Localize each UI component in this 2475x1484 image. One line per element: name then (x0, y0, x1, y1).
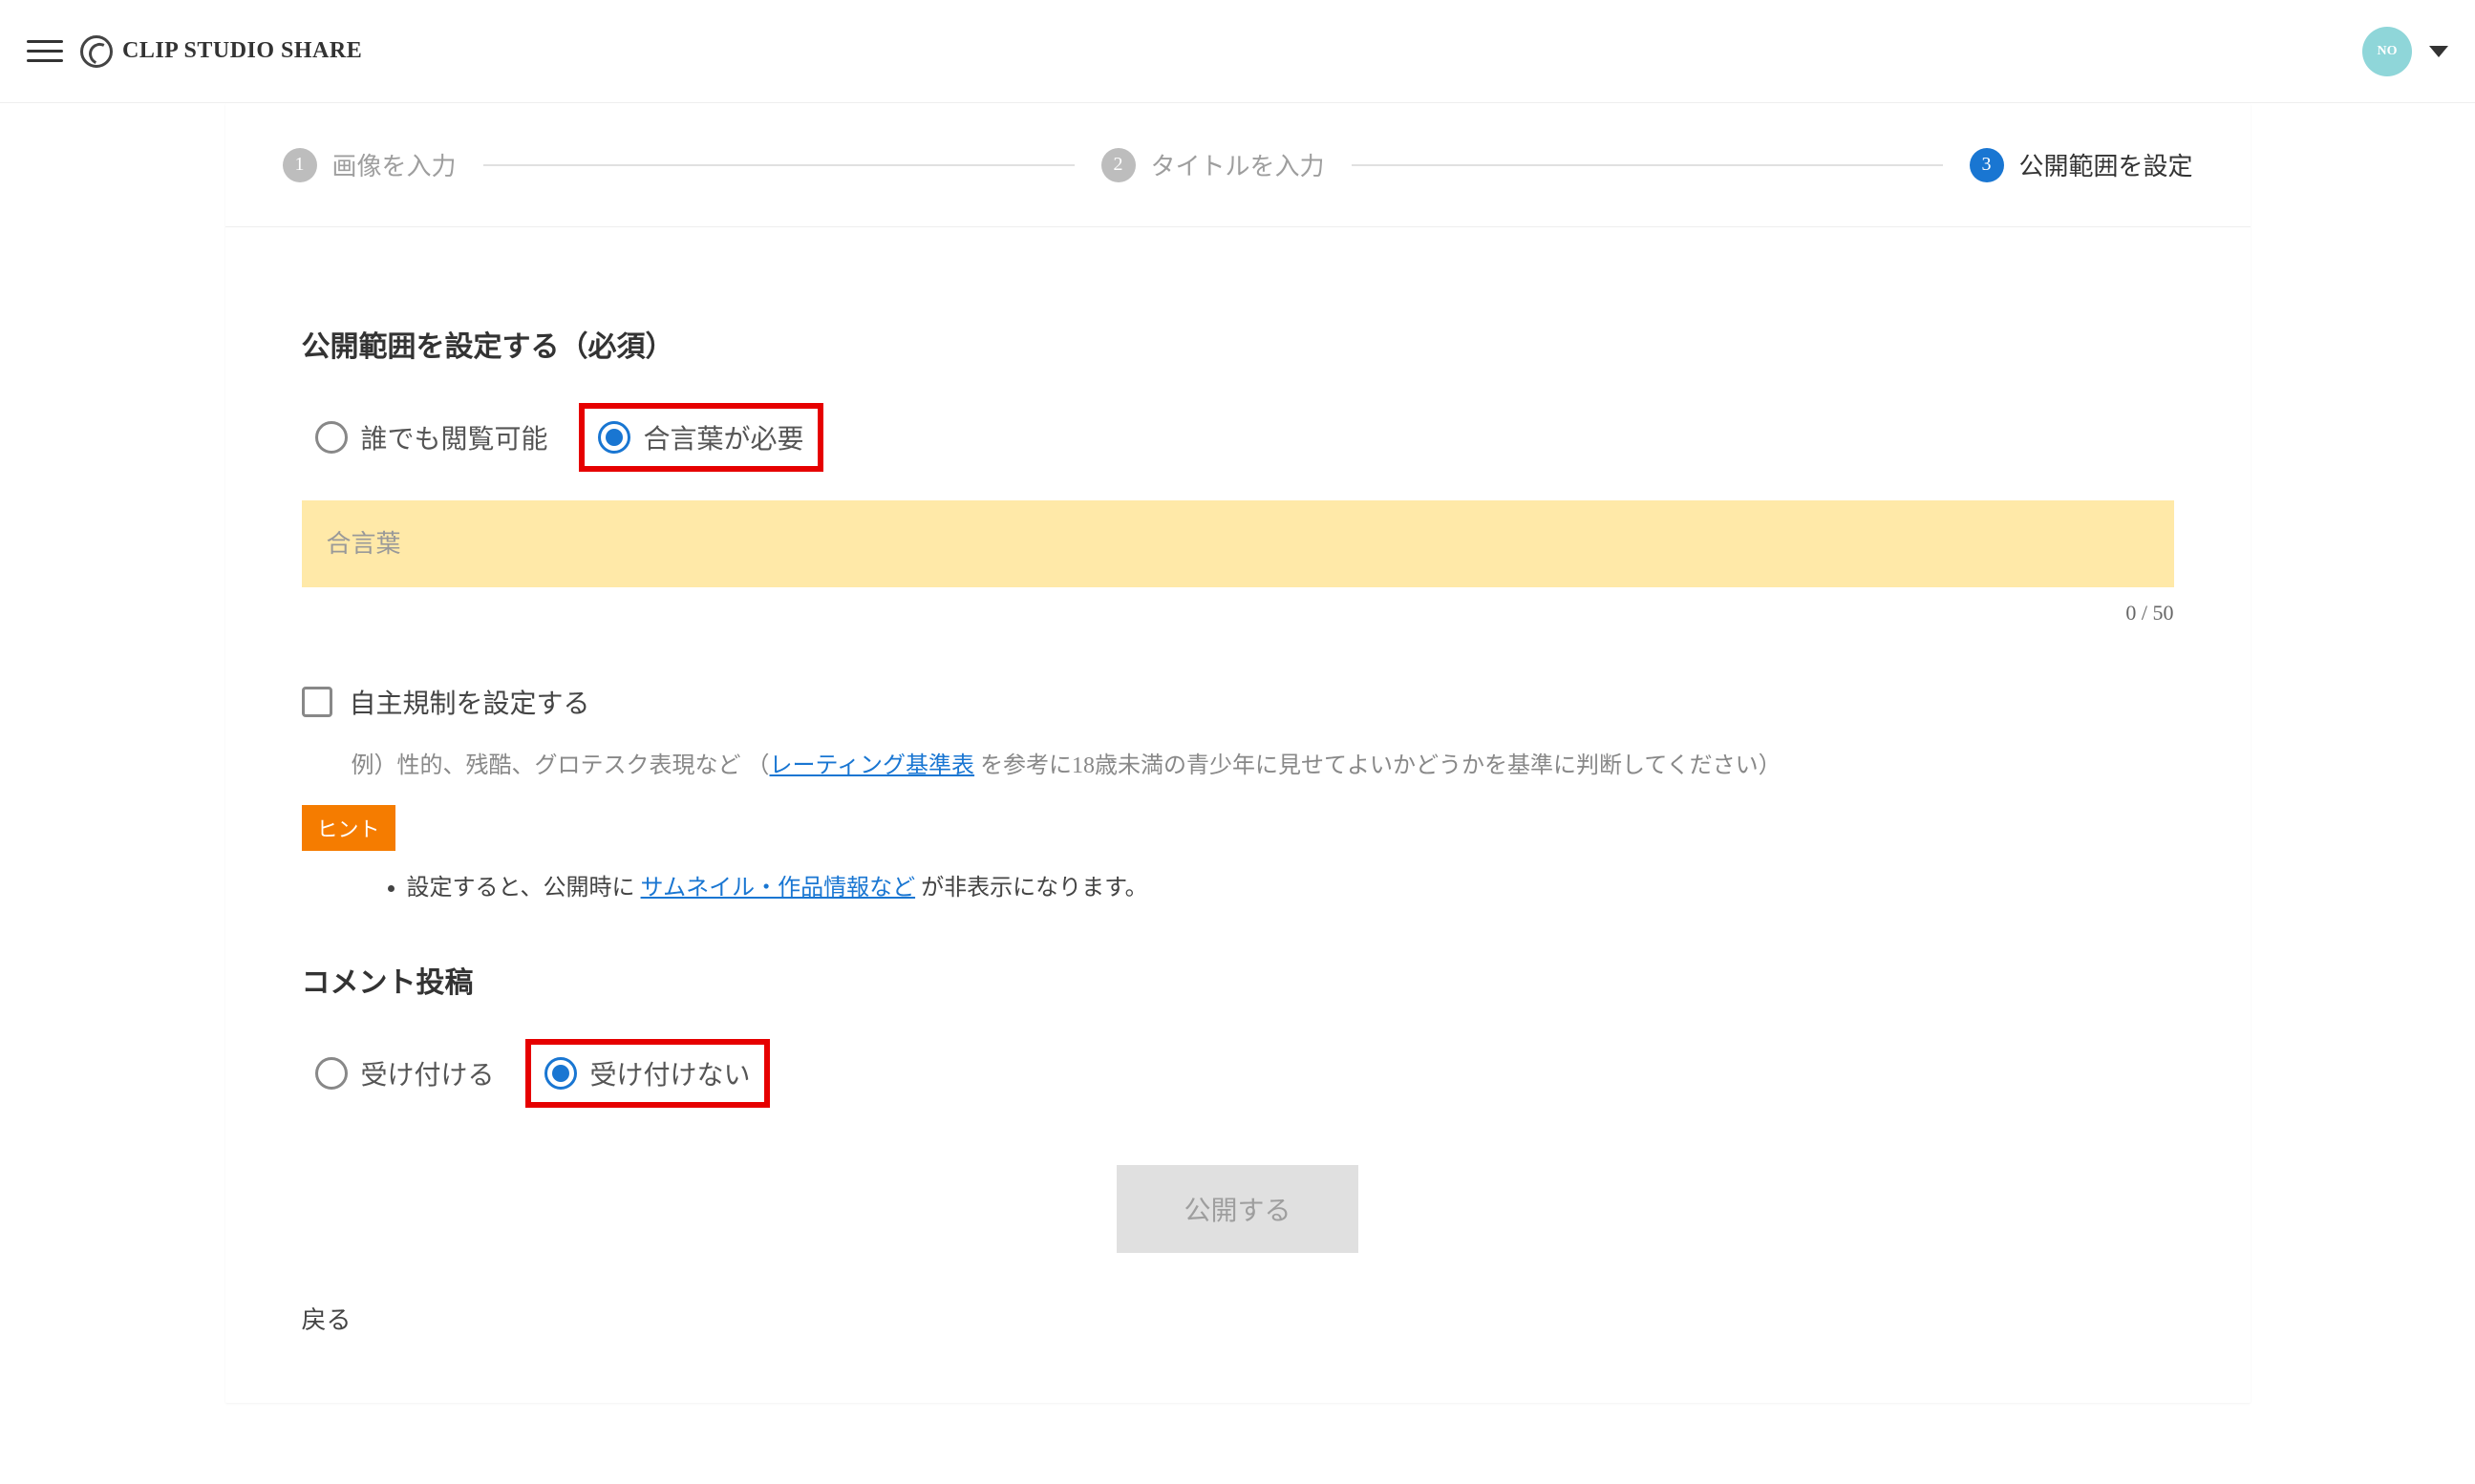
step-number: 1 (283, 148, 317, 182)
radio-icon[interactable] (315, 421, 348, 454)
checkbox-icon[interactable] (302, 687, 332, 717)
hint-badge: ヒント (302, 805, 395, 851)
hint-list: 設定すると、公開時に サムネイル・作品情報など が非表示になります。 (407, 868, 2174, 901)
step-divider (483, 164, 1075, 166)
step-number: 2 (1101, 148, 1136, 182)
radio-label: 受け付けない (590, 1054, 751, 1092)
app-header: CLIP STUDIO SHARE NO (0, 0, 2475, 103)
radio-label: 合言葉が必要 (644, 418, 804, 456)
back-button[interactable]: 戻る (302, 1291, 352, 1346)
header-right: NO (2362, 27, 2448, 76)
step-label: 公開範囲を設定 (2019, 147, 2193, 182)
step-2[interactable]: 2 タイトルを入力 (1101, 147, 1325, 182)
step-number: 3 (1970, 148, 2004, 182)
comments-radios: 受け付ける 受け付けない (302, 1039, 2174, 1108)
comments-deny-option[interactable]: 受け付けない (525, 1039, 770, 1108)
hint-suffix: が非表示になります。 (915, 876, 1148, 901)
help-suffix: を参考に18歳未満の青少年に見せてよいかどうかを基準に判断してください） (974, 753, 1782, 778)
logo-icon (80, 35, 113, 68)
visibility-password-option[interactable]: 合言葉が必要 (579, 403, 823, 472)
comments-title: コメント投稿 (302, 959, 2174, 1001)
restriction-checkbox-row[interactable]: 自主規制を設定する (302, 683, 2174, 721)
thumbnail-info-link[interactable]: サムネイル・作品情報など (641, 876, 916, 901)
step-1[interactable]: 1 画像を入力 (283, 147, 457, 182)
comments-accept-option[interactable]: 受け付ける (302, 1045, 508, 1102)
visibility-public-option[interactable]: 誰でも閲覧可能 (302, 409, 562, 466)
step-label: 画像を入力 (332, 147, 457, 182)
main-card: 1 画像を入力 2 タイトルを入力 3 公開範囲を設定 公開範囲を設定する（必須… (225, 103, 2251, 1403)
hint-prefix: 設定すると、公開時に (407, 876, 641, 901)
char-counter: 0 / 50 (302, 601, 2174, 625)
hint-item: 設定すると、公開時に サムネイル・作品情報など が非表示になります。 (407, 868, 2174, 901)
radio-label: 誰でも閲覧可能 (361, 418, 548, 456)
submit-row: 公開する (302, 1165, 2174, 1253)
help-prefix: 例）性的、残酷、グロテスク表現など （ (352, 753, 770, 778)
password-input[interactable] (302, 500, 2174, 587)
radio-label: 受け付ける (361, 1054, 495, 1092)
chevron-down-icon[interactable] (2429, 46, 2448, 57)
step-label: タイトルを入力 (1151, 147, 1325, 182)
menu-icon[interactable] (27, 33, 63, 70)
radio-icon[interactable] (598, 421, 630, 454)
stepper: 1 画像を入力 2 タイトルを入力 3 公開範囲を設定 (225, 103, 2251, 227)
step-divider (1352, 164, 1943, 166)
radio-icon[interactable] (544, 1057, 577, 1090)
form-content: 公開範囲を設定する（必須） 誰でも閲覧可能 合言葉が必要 0 / 50 自主規制… (225, 227, 2251, 1403)
publish-button[interactable]: 公開する (1117, 1165, 1357, 1253)
visibility-title: 公開範囲を設定する（必須） (302, 323, 2174, 365)
header-left: CLIP STUDIO SHARE (27, 33, 362, 70)
restriction-help: 例）性的、残酷、グロテスク表現など （レーティング基準表 を参考に18歳未満の青… (352, 748, 2174, 784)
checkbox-label: 自主規制を設定する (350, 683, 590, 721)
radio-icon[interactable] (315, 1057, 348, 1090)
avatar[interactable]: NO (2362, 27, 2412, 76)
app-logo[interactable]: CLIP STUDIO SHARE (80, 35, 362, 68)
visibility-radios: 誰でも閲覧可能 合言葉が必要 (302, 403, 2174, 472)
rating-link[interactable]: レーティング基準表 (770, 753, 975, 778)
app-name: CLIP STUDIO SHARE (122, 38, 362, 64)
step-3[interactable]: 3 公開範囲を設定 (1970, 147, 2193, 182)
